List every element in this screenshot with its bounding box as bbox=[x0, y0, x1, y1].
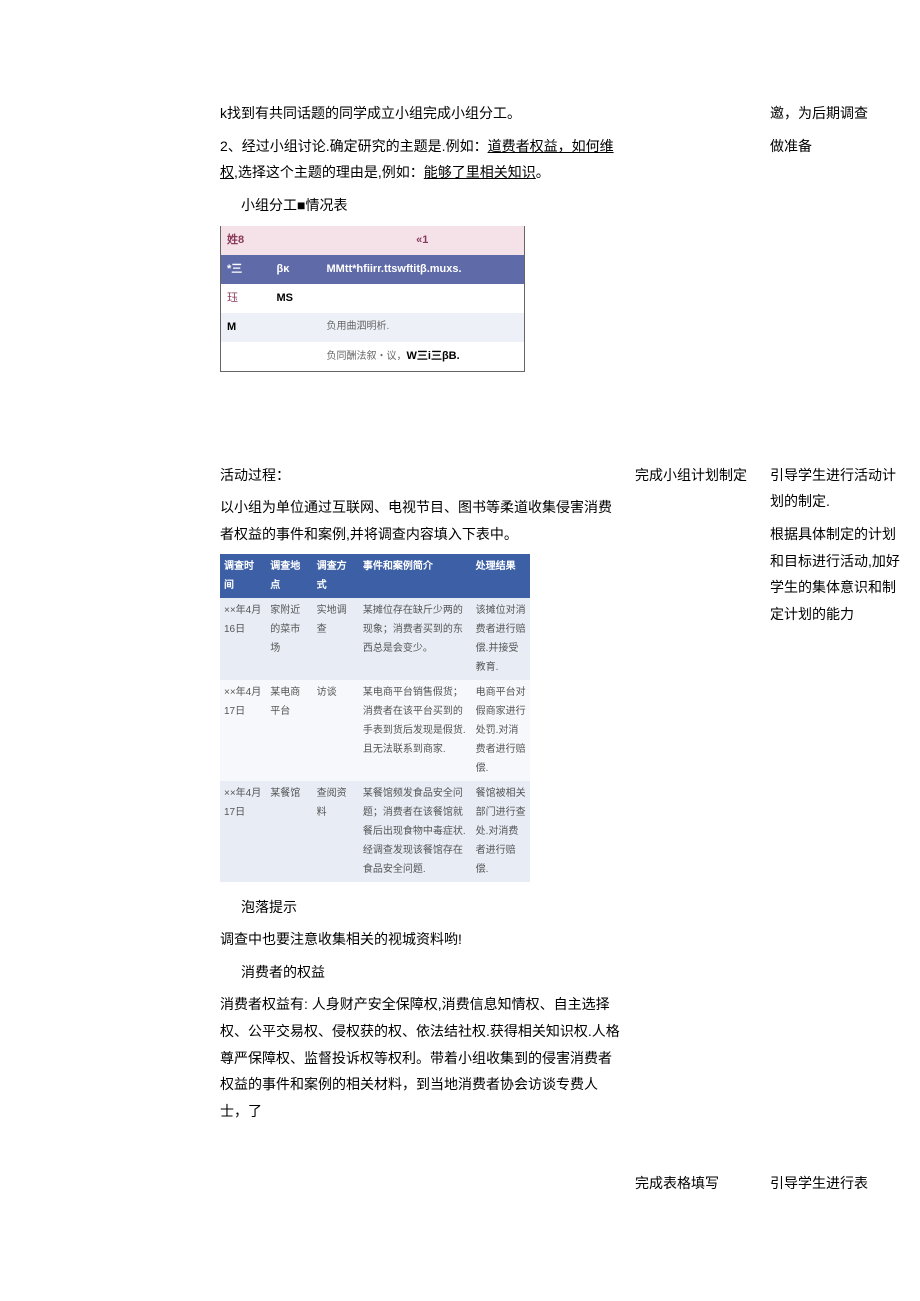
t1-r4-c3: 负同酬法叙・议，W三i三βB. bbox=[321, 342, 525, 371]
group-division-table: 姓8 «1 *三 βκ MMtt*hfiirr.ttswftitβ.muxs. … bbox=[220, 226, 525, 371]
t1-r4-c3a: 负同酬法叙・议， bbox=[327, 351, 407, 362]
t1-r3-c3: 负用曲泗明析. bbox=[321, 313, 525, 342]
table-row: M 负用曲泗明析. bbox=[221, 313, 525, 342]
table-row: 负同酬法叙・议，W三i三βB. bbox=[221, 342, 525, 371]
t1-r4-c3b: W三i三βB. bbox=[407, 350, 460, 362]
main-col-1: k找到有共同话题的同学成立小组完成小组分工。 2、经过小组讨论.确定研究的主题是… bbox=[0, 100, 625, 392]
mid-col-1 bbox=[625, 100, 760, 392]
t1-r2-c1: 珏 bbox=[221, 284, 271, 313]
t1-h-c3: «1 bbox=[321, 226, 525, 255]
t1-r1-c2: βκ bbox=[271, 255, 321, 284]
p-s2-1: 活动过程： bbox=[220, 462, 625, 489]
mid-col-3: 完成表格填写 bbox=[625, 1170, 760, 1203]
row-1: k找到有共同话题的同学成立小组完成小组分工。 2、经过小组讨论.确定研究的主题是… bbox=[0, 100, 920, 392]
p-s3-1: 泡落提示 bbox=[220, 894, 625, 921]
t2-r2-c5: 餐馆被相关部门进行查处.对消费者进行赔偿. bbox=[472, 781, 530, 882]
p-s3-3: 消费者的权益 bbox=[220, 959, 625, 986]
t2-r1-c1: ××年4月17日 bbox=[220, 680, 266, 781]
p-s1-2b: ,选择这个主题的理由是,例如： bbox=[234, 164, 424, 180]
right-col-2: 引导学生进行活动计划的制定. 根据具体制定的计划和目标进行活动,加好学生的集体意… bbox=[760, 462, 900, 1131]
t2-r1-c2: 某电商平台 bbox=[266, 680, 312, 781]
p-s1-2a: 2、经过小组讨论.确定研究的主题是.例如： bbox=[220, 138, 488, 154]
p-s1-3: 小组分工■情况表 bbox=[220, 192, 625, 219]
p-s1-2u2: 能够了里相关知识 bbox=[424, 164, 536, 180]
t2-r0-c4: 某摊位存在缺斤少两的现象；消费者买到的东西总是会变少。 bbox=[359, 598, 472, 680]
t1-r3-c2 bbox=[271, 313, 321, 342]
table-row: ××年4月17日 某餐馆 查阅资料 某餐馆频发食品安全问题；消费者在该餐馆就餐后… bbox=[220, 781, 530, 882]
t2-r0-c2: 家附近的菜市场 bbox=[266, 598, 312, 680]
right-col-1: 邀，为后期调查 做准备 bbox=[760, 100, 900, 392]
t1-r1-c3: MMtt*hfiirr.ttswftitβ.muxs. bbox=[321, 255, 525, 284]
table-row: ××年4月16日 家附近的菜市场 实地调查 某摊位存在缺斤少两的现象；消费者买到… bbox=[220, 598, 530, 680]
t2-r2-c1: ××年4月17日 bbox=[220, 781, 266, 882]
t2-r1-c3: 访谈 bbox=[313, 680, 359, 781]
t2-r0-c3: 实地调查 bbox=[313, 598, 359, 680]
side2-r1: 引导学生进行活动计划的制定. bbox=[770, 462, 900, 515]
p-s3-2: 调查中也要注意收集相关的视城资料哟! bbox=[220, 926, 625, 953]
t1-r2-c2: MS bbox=[271, 284, 321, 313]
spacer bbox=[0, 1130, 920, 1170]
t2-r0-c1: ××年4月16日 bbox=[220, 598, 266, 680]
t2-r2-c2: 某餐馆 bbox=[266, 781, 312, 882]
p-s1-2c: 。 bbox=[536, 164, 550, 180]
t2-r0-c5: 该摊位对消费者进行赔偿.并接受教育. bbox=[472, 598, 530, 680]
p-s1-2: 2、经过小组讨论.确定研究的主题是.例如：道费者权益，如何维权,选择这个主题的理… bbox=[220, 133, 625, 186]
mid2-r1: 完成小组计划制定 bbox=[635, 462, 760, 489]
t1-r4-c1 bbox=[221, 342, 271, 371]
p-s2-2: 以小组为单位通过互联网、电视节目、图书等柔道收集侵害消费者权益的事件和案例,并将… bbox=[220, 494, 625, 547]
t1-r2-c3 bbox=[321, 284, 525, 313]
table-row: 调查时间 调查地点 调查方式 事件和案例简介 处理结果 bbox=[220, 554, 530, 598]
table-row: 珏 MS bbox=[221, 284, 525, 313]
p-s3-4: 消费者权益有: 人身财产安全保障权,消费信息知情权、自主选择权、公平交易权、侵权… bbox=[220, 991, 625, 1124]
side1-r2: 做准备 bbox=[770, 133, 900, 160]
t1-h-c2 bbox=[271, 226, 321, 255]
table-row: *三 βκ MMtt*hfiirr.ttswftitβ.muxs. bbox=[221, 255, 525, 284]
main-col-3 bbox=[0, 1170, 625, 1203]
table-row: 姓8 «1 bbox=[221, 226, 525, 255]
t2-h-c1: 调查时间 bbox=[220, 554, 266, 598]
survey-table: 调查时间 调查地点 调查方式 事件和案例简介 处理结果 ××年4月16日 家附近… bbox=[220, 554, 530, 882]
t2-h-c2: 调查地点 bbox=[266, 554, 312, 598]
t1-r3-c1: M bbox=[221, 313, 271, 342]
row-2: 活动过程： 以小组为单位通过互联网、电视节目、图书等柔道收集侵害消费者权益的事件… bbox=[0, 462, 920, 1131]
t2-r2-c4: 某餐馆频发食品安全问题；消费者在该餐馆就餐后出现食物中毒症状.经调查发现该餐馆存… bbox=[359, 781, 472, 882]
side2-r2: 根据具体制定的计划和目标进行活动,加好学生的集体意识和制定计划的能力 bbox=[770, 521, 900, 627]
t1-r4-c2 bbox=[271, 342, 321, 371]
p-s1-1: k找到有共同话题的同学成立小组完成小组分工。 bbox=[220, 100, 625, 127]
side1-r1: 邀，为后期调查 bbox=[770, 100, 900, 127]
t2-r2-c3: 查阅资料 bbox=[313, 781, 359, 882]
main-col-2: 活动过程： 以小组为单位通过互联网、电视节目、图书等柔道收集侵害消费者权益的事件… bbox=[0, 462, 625, 1131]
mid3-r1: 完成表格填写 bbox=[635, 1170, 760, 1197]
t2-h-c5: 处理结果 bbox=[472, 554, 530, 598]
table-row: ××年4月17日 某电商平台 访谈 某电商平台销售假货；消费者在该平台买到的手表… bbox=[220, 680, 530, 781]
row-3: 完成表格填写 引导学生进行表 bbox=[0, 1170, 920, 1203]
t2-h-c4: 事件和案例简介 bbox=[359, 554, 472, 598]
right-col-3: 引导学生进行表 bbox=[760, 1170, 900, 1203]
t2-r1-c4: 某电商平台销售假货；消费者在该平台买到的手表到货后发现是假货.且无法联系到商家. bbox=[359, 680, 472, 781]
t1-r1-c1: *三 bbox=[221, 255, 271, 284]
t2-r1-c5: 电商平台对假商家进行处罚.对消费者进行赔偿. bbox=[472, 680, 530, 781]
spacer bbox=[0, 392, 920, 462]
t2-h-c3: 调查方式 bbox=[313, 554, 359, 598]
mid-col-2: 完成小组计划制定 bbox=[625, 462, 760, 1131]
t1-h-c1: 姓8 bbox=[221, 226, 271, 255]
side3-r1: 引导学生进行表 bbox=[770, 1170, 900, 1197]
